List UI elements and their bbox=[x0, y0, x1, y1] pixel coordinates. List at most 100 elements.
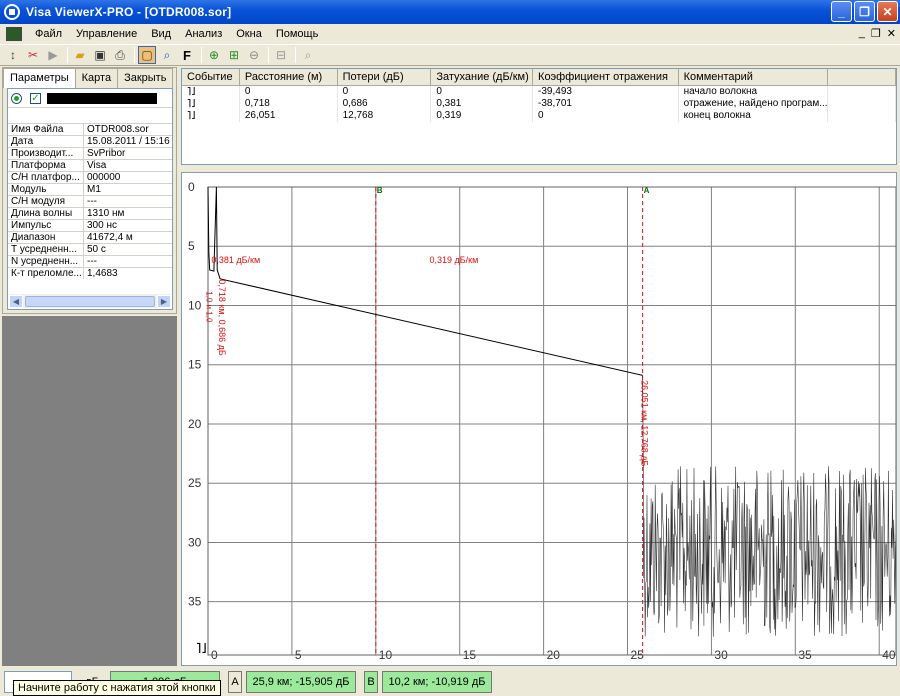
event-empty-cell bbox=[828, 98, 896, 110]
noise-trace bbox=[642, 375, 896, 637]
y-tick-label: 35 bbox=[188, 595, 202, 609]
zoom-reset-icon[interactable]: ⊟ bbox=[272, 46, 290, 64]
event-type-icon: ˥˩ bbox=[182, 98, 240, 110]
property-key: Модуль bbox=[8, 184, 84, 195]
tab-close[interactable]: Закрыть bbox=[117, 68, 174, 88]
mdi-close-button[interactable]: ✕ bbox=[887, 27, 896, 40]
trace-radio[interactable] bbox=[11, 92, 22, 104]
tab-map[interactable]: Карта bbox=[74, 68, 119, 88]
marker-b-readout-box: 10,2 км; -10,919 дБ bbox=[382, 671, 492, 693]
search-icon[interactable]: ⌕ bbox=[299, 46, 317, 64]
table-row[interactable]: ˥˩ 0,718 0,686 0,381 -38,701 отражение, найде… bbox=[182, 98, 896, 110]
col-comment[interactable]: Комментарий bbox=[679, 69, 829, 85]
table-row[interactable]: ˥˩ 0 0 0 -39,493 начало волокна bbox=[182, 86, 896, 98]
event-1-label: 0,718 км, 0,686 дБ bbox=[217, 279, 227, 355]
table-row[interactable]: ˥˩ 26,051 12,768 0,319 0 конец волокна bbox=[182, 110, 896, 122]
minimize-button[interactable]: _ bbox=[831, 1, 852, 22]
y-tick-label: 10 bbox=[188, 298, 202, 312]
toolbar-separator bbox=[295, 47, 296, 63]
property-key: Дата bbox=[8, 136, 84, 147]
y-tick-label: 20 bbox=[188, 417, 202, 431]
f-button[interactable]: F bbox=[178, 46, 196, 64]
zoom-out-icon[interactable]: ⊖ bbox=[245, 46, 263, 64]
trace-line bbox=[207, 186, 643, 376]
property-value: 1310 нм bbox=[87, 208, 125, 219]
property-row[interactable]: Диапазон 41672,4 м bbox=[8, 231, 172, 243]
property-value: OTDR008.sor bbox=[87, 124, 149, 135]
property-row[interactable]: С/Н модуля --- bbox=[8, 195, 172, 207]
property-key: Т усредненн... bbox=[8, 244, 84, 255]
marker-a-button[interactable]: A bbox=[228, 671, 242, 693]
menu-analysis[interactable]: Анализ bbox=[178, 28, 229, 40]
menu-file[interactable]: Файл bbox=[28, 28, 69, 40]
start-event-icon[interactable]: ˥˩ bbox=[196, 640, 207, 656]
trace-plot[interactable]: 0 5 10 15 20 25 30 35 4005101520253035B A0,381 дБ… bbox=[182, 173, 896, 665]
menu-windows[interactable]: Окна bbox=[229, 28, 269, 40]
col-attenuation[interactable]: Затухание (дБ/км) bbox=[431, 69, 534, 85]
property-row[interactable]: Длина волны 1310 нм bbox=[8, 207, 172, 219]
zoom-fit-icon[interactable]: ⊞ bbox=[225, 46, 243, 64]
property-value: 1,4683 bbox=[87, 268, 118, 279]
col-reflection[interactable]: Коэффициент отражения bbox=[533, 69, 679, 85]
parameters-panel: Параметры Карта Закрыть ✓ Имя Файла OTDR0… bbox=[2, 67, 177, 314]
property-row[interactable]: Импульс 300 нс bbox=[8, 219, 172, 231]
col-loss[interactable]: Потери (дБ) bbox=[338, 69, 432, 85]
property-row[interactable]: Платформа Visa bbox=[8, 159, 172, 171]
cut-icon[interactable]: ✂ bbox=[24, 46, 42, 64]
property-row[interactable]: N усредненн... --- bbox=[8, 255, 172, 267]
col-distance[interactable]: Расстояние (м) bbox=[240, 69, 338, 85]
toolbar-separator bbox=[134, 47, 135, 63]
tab-parameters[interactable]: Параметры bbox=[3, 68, 76, 88]
menu-view[interactable]: Вид bbox=[144, 28, 178, 40]
property-value: M1 bbox=[87, 184, 101, 195]
property-row[interactable]: К-т преломле... 1,4683 bbox=[8, 267, 172, 279]
pointer-icon[interactable]: ↕ bbox=[4, 46, 22, 64]
property-row[interactable]: Дата 15.08.2011 / 15:16 bbox=[8, 135, 172, 147]
property-row[interactable]: С/Н платфор... 000000 bbox=[8, 171, 172, 183]
event-reflection-cell: -39,493 bbox=[533, 86, 679, 98]
document-icon[interactable] bbox=[6, 27, 22, 41]
print-icon[interactable]: ⎙ bbox=[111, 46, 129, 64]
property-key: Диапазон bbox=[8, 232, 84, 243]
y-tick-label: 30 bbox=[188, 535, 202, 549]
marker-a-label: A bbox=[231, 676, 239, 688]
panel-tabs: Параметры Карта Закрыть bbox=[3, 68, 176, 88]
property-row[interactable]: Т усредненн... 50 с bbox=[8, 243, 172, 255]
property-row[interactable]: Имя Файла OTDR008.sor bbox=[8, 123, 172, 135]
y-tick-label: 25 bbox=[188, 476, 202, 490]
attenuation-label-1: 0,381 дБ/км bbox=[211, 255, 260, 265]
play-icon[interactable]: ▶ bbox=[44, 46, 62, 64]
horizontal-scrollbar[interactable]: ◀ ▶ bbox=[9, 294, 171, 308]
events-rows: ˥˩ 0 0 0 -39,493 начало волокна ˥˩ 0,718 0,686 0,… bbox=[182, 86, 896, 122]
event-empty-cell bbox=[828, 86, 896, 98]
open-folder-icon[interactable]: ▰ bbox=[71, 46, 89, 64]
property-value: SvPribor bbox=[87, 148, 126, 159]
property-value: 41672,4 м bbox=[87, 232, 133, 243]
mdi-restore-button[interactable]: ❐ bbox=[871, 27, 881, 40]
col-event[interactable]: Событие bbox=[182, 69, 240, 85]
window-layout-icon[interactable]: ▢ bbox=[138, 46, 156, 64]
property-row[interactable]: Модуль M1 bbox=[8, 183, 172, 195]
event-distance-cell: 0,718 bbox=[240, 98, 338, 110]
y-tick-label: 15 bbox=[188, 358, 202, 372]
save-icon[interactable]: ▣ bbox=[91, 46, 109, 64]
y-tick-label: 0 bbox=[188, 180, 195, 194]
close-button[interactable]: ✕ bbox=[877, 1, 898, 22]
scroll-left-icon[interactable]: ◀ bbox=[9, 294, 23, 308]
zoom-icon[interactable]: ⌕ bbox=[158, 46, 176, 64]
menu-help[interactable]: Помощь bbox=[269, 28, 326, 40]
menu-control[interactable]: Управление bbox=[69, 28, 144, 40]
marker-b-button[interactable]: B bbox=[364, 671, 378, 693]
event-empty-cell bbox=[828, 110, 896, 122]
properties-rows: Имя Файла OTDR008.sor Дата 15.08.2011 / 15:… bbox=[8, 123, 172, 279]
trace-graph[interactable]: 0 5 10 15 20 25 30 35 40 0 5 10 15 20 25 30 35 B A 0,381 дБ… bbox=[181, 172, 897, 666]
zoom-in-icon[interactable]: ⊕ bbox=[205, 46, 223, 64]
mdi-minimize-button[interactable]: _ bbox=[859, 27, 865, 40]
restore-button[interactable]: ❐ bbox=[854, 1, 875, 22]
toolbar: ↕ ✂ ▶ ▰ ▣ ⎙ ▢ ⌕ F ⊕ ⊞ ⊖ ⊟ ⌕ bbox=[0, 44, 900, 66]
trace-checkbox[interactable]: ✓ bbox=[30, 92, 41, 104]
scroll-right-icon[interactable]: ▶ bbox=[157, 294, 171, 308]
marker-b-label: B bbox=[367, 676, 375, 688]
property-row[interactable]: Производит... SvPribor bbox=[8, 147, 172, 159]
scroll-thumb[interactable] bbox=[25, 295, 155, 307]
